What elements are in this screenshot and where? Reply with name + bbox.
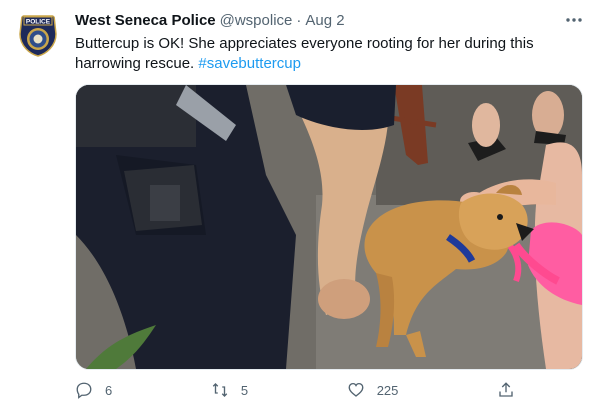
police-badge-logo: POLICE (19, 15, 57, 57)
tweet-body: Buttercup is OK! She appreciates everyon… (75, 35, 534, 72)
tweet-header: West Seneca Police @wspolice · Aug 2 (75, 10, 586, 30)
tweet-actions: 6 5 225 (75, 378, 515, 402)
separator-dot: · (296, 11, 302, 29)
like-count: 225 (376, 382, 399, 398)
svg-text:POLICE: POLICE (26, 19, 51, 26)
reply-count: 6 (105, 382, 113, 398)
author-handle[interactable]: @wspolice (220, 12, 293, 29)
like-icon (348, 382, 364, 397)
share-button[interactable] (497, 381, 515, 399)
reply-button[interactable]: 6 (75, 381, 112, 399)
reply-icon (76, 382, 92, 399)
tweet-text: Buttercup is OK! She appreciates everyon… (75, 34, 575, 74)
tweet-photo[interactable] (75, 84, 583, 370)
share-icon (499, 382, 513, 397)
retweet-count: 5 (240, 382, 249, 398)
tweet-date[interactable]: Aug 2 (305, 12, 344, 29)
officer-with-dog-photo (76, 85, 582, 369)
like-button[interactable]: 225 (347, 381, 399, 399)
hashtag-link[interactable]: #savebuttercup (198, 55, 301, 72)
retweet-button[interactable]: 5 (211, 381, 248, 399)
retweet-icon (212, 383, 228, 397)
avatar[interactable]: POLICE (14, 10, 62, 58)
more-options-button[interactable] (562, 10, 586, 30)
more-icon (566, 18, 582, 22)
author-name[interactable]: West Seneca Police (75, 12, 216, 29)
